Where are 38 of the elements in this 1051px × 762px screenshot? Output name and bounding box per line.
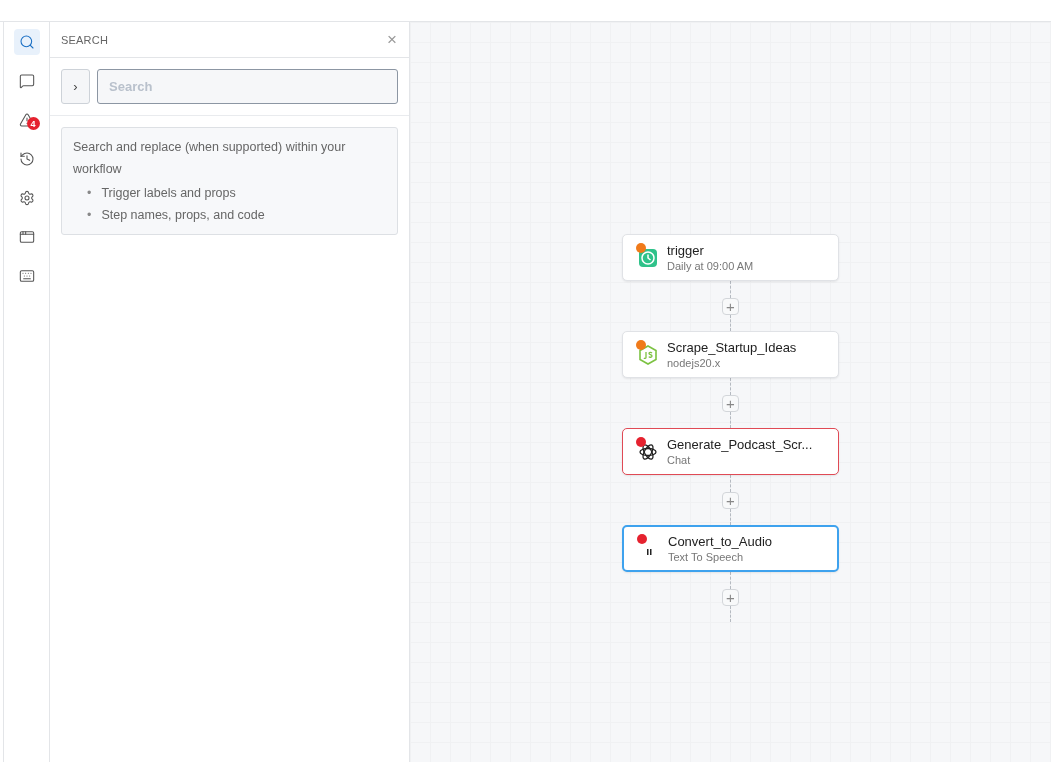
comment-icon	[18, 73, 35, 89]
info-text: Search and replace (when supported) within your workflow	[73, 139, 347, 178]
clock-icon	[638, 247, 658, 268]
step-name: Scrape_Startup_Ideas	[667, 339, 797, 356]
bullet-mark: •	[87, 207, 92, 224]
step-name: trigger	[667, 242, 705, 259]
search-field[interactable]: Search	[97, 69, 398, 104]
step-name: Generate_Podcast_Scr...	[667, 436, 813, 453]
add-step-button[interactable]: +	[722, 491, 739, 509]
add-step-button[interactable]: +	[722, 297, 739, 315]
count-badge: 4	[26, 117, 40, 130]
close-button[interactable]: ×	[387, 31, 397, 48]
warning-button[interactable]: 4	[13, 107, 40, 133]
window-gear-icon	[18, 229, 35, 245]
step-node[interactable]: trigger Daily at 09:00 AM	[622, 234, 839, 281]
info-bullet: Step names, props, and code	[101, 207, 265, 224]
step-subtitle: Chat	[667, 452, 692, 467]
bullet-mark: •	[87, 185, 92, 202]
expand-button[interactable]: ›	[61, 69, 90, 104]
add-step-button[interactable]: +	[722, 394, 739, 412]
step-node[interactable]: Scrape_Startup_Ideas nodejs20.x	[622, 331, 839, 378]
step-subtitle: nodejs20.x	[667, 355, 722, 370]
step-subtitle: Text To Speech	[668, 549, 744, 564]
hexagon-icon	[638, 344, 658, 365]
step-name: Convert_to_Audio	[668, 533, 773, 550]
step-node[interactable]: Convert_to_Audio Text To Speech	[622, 525, 839, 572]
keyboard-icon	[18, 268, 35, 284]
add-step-button[interactable]: +	[722, 588, 739, 606]
knot-icon	[638, 441, 658, 462]
info-bullet: Trigger labels and props	[101, 185, 236, 202]
step-subtitle: Daily at 09:00 AM	[667, 258, 754, 273]
search-button[interactable]	[13, 29, 40, 55]
search-icon	[18, 34, 35, 50]
step-node[interactable]: Generate_Podcast_Scr... Chat	[622, 428, 839, 475]
history-icon	[18, 151, 35, 167]
pause-icon	[646, 548, 652, 555]
panel-title: SEARCH	[61, 33, 109, 46]
settings-icon	[18, 190, 35, 206]
